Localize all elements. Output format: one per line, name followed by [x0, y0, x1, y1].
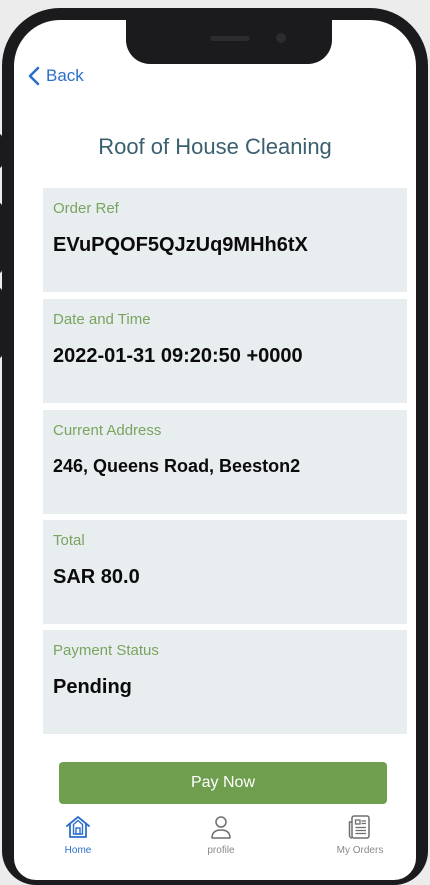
pay-now-button[interactable]: Pay Now [59, 762, 387, 804]
person-icon [211, 816, 231, 839]
tab-profile-label: profile [207, 845, 235, 856]
app-screen: Back Roof of House Cleaning Order Ref EV… [14, 20, 416, 880]
address-card: Current Address 246, Queens Road, Beesto… [43, 410, 407, 514]
total-card: Total SAR 80.0 [43, 520, 407, 624]
order-ref-card: Order Ref EVuPQOF5QJzUq9MHh6tX [43, 188, 407, 292]
tab-bar: Home profile My Orders [14, 814, 416, 874]
back-button[interactable]: Back [28, 66, 84, 86]
home-icon [66, 816, 90, 838]
tab-home[interactable]: Home [28, 814, 128, 856]
front-camera [276, 33, 286, 43]
chevron-left-icon [28, 66, 40, 86]
payment-status-value: Pending [53, 676, 132, 698]
tab-home-label: Home [64, 845, 92, 856]
orders-icon [348, 815, 370, 839]
page-title: Roof of House Cleaning [98, 134, 332, 159]
speaker-grille [210, 36, 250, 41]
volume-up-button [0, 203, 2, 273]
address-value: 246, Queens Road, Beeston2 [53, 456, 301, 476]
notch [126, 20, 332, 64]
mute-switch [0, 134, 2, 168]
payment-status-card: Payment Status Pending [43, 630, 407, 734]
date-time-label: Date and Time [53, 311, 151, 328]
tab-my-orders[interactable]: My Orders [310, 814, 410, 856]
date-time-value: 2022-01-31 09:20:50 +0000 [53, 345, 303, 367]
payment-status-label: Payment Status [53, 642, 159, 659]
phone-frame: Back Roof of House Cleaning Order Ref EV… [0, 8, 428, 885]
address-label: Current Address [53, 422, 162, 439]
date-time-card: Date and Time 2022-01-31 09:20:50 +0000 [43, 299, 407, 403]
order-ref-value: EVuPQOF5QJzUq9MHh6tX [53, 234, 308, 256]
tab-my-orders-label: My Orders [336, 845, 384, 856]
total-value: SAR 80.0 [53, 566, 140, 588]
back-label: Back [46, 66, 84, 85]
order-ref-label: Order Ref [53, 200, 119, 217]
tab-profile[interactable]: profile [171, 814, 271, 856]
volume-down-button [0, 288, 2, 358]
total-label: Total [53, 532, 85, 549]
